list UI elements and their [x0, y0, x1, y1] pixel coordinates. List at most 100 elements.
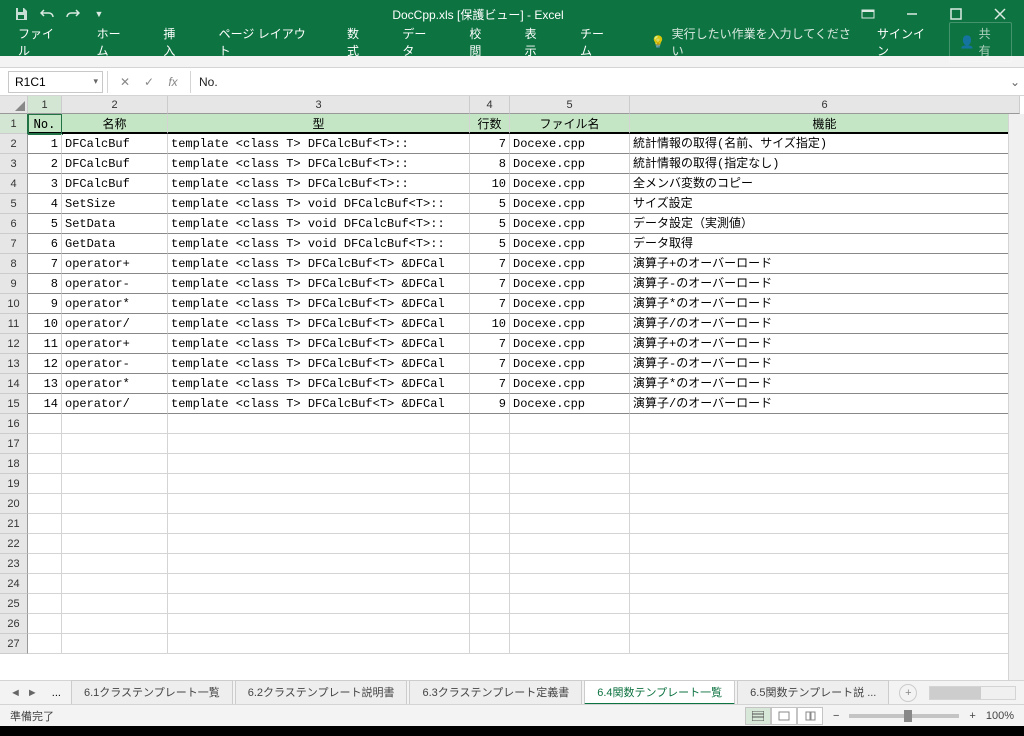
cell[interactable]: [510, 614, 630, 634]
cell[interactable]: 7: [28, 254, 62, 274]
vertical-scrollbar[interactable]: [1008, 114, 1024, 680]
cell[interactable]: 2: [28, 154, 62, 174]
zoom-slider[interactable]: [849, 714, 959, 718]
cell[interactable]: operator/: [62, 314, 168, 334]
cell[interactable]: [62, 494, 168, 514]
zoom-level[interactable]: 100%: [986, 710, 1014, 722]
cell[interactable]: [510, 554, 630, 574]
cell[interactable]: SetData: [62, 214, 168, 234]
cell[interactable]: [168, 594, 470, 614]
cell[interactable]: [168, 434, 470, 454]
cell[interactable]: 演算子-のオーバーロード: [630, 274, 1020, 294]
cell[interactable]: [630, 414, 1020, 434]
cell[interactable]: [62, 574, 168, 594]
row-header[interactable]: 14: [0, 374, 28, 394]
cell[interactable]: [168, 574, 470, 594]
cell[interactable]: 7: [470, 374, 510, 394]
column-header[interactable]: 3: [168, 96, 470, 114]
cell[interactable]: [630, 634, 1020, 654]
cell[interactable]: [510, 534, 630, 554]
cell[interactable]: template <class T> void DFCalcBuf<T>::: [168, 214, 470, 234]
cell[interactable]: template <class T> DFCalcBuf<T> &DFCal: [168, 334, 470, 354]
row-header[interactable]: 26: [0, 614, 28, 634]
cell[interactable]: [28, 614, 62, 634]
cell[interactable]: [470, 554, 510, 574]
cell[interactable]: [510, 634, 630, 654]
row-header[interactable]: 12: [0, 334, 28, 354]
cell[interactable]: [510, 454, 630, 474]
row-header[interactable]: 19: [0, 474, 28, 494]
cell[interactable]: 11: [28, 334, 62, 354]
cell[interactable]: [28, 494, 62, 514]
cell[interactable]: DFCalcBuf: [62, 134, 168, 154]
row-header[interactable]: 10: [0, 294, 28, 314]
cell[interactable]: [28, 554, 62, 574]
cell[interactable]: DFCalcBuf: [62, 174, 168, 194]
row-header[interactable]: 2: [0, 134, 28, 154]
row-header[interactable]: 5: [0, 194, 28, 214]
sheet-nav-next-icon[interactable]: ►: [25, 687, 40, 699]
cell[interactable]: template <class T> DFCalcBuf<T> &DFCal: [168, 254, 470, 274]
cell[interactable]: 演算子+のオーバーロード: [630, 334, 1020, 354]
cell[interactable]: 名称: [62, 114, 168, 134]
column-header[interactable]: 5: [510, 96, 630, 114]
row-header[interactable]: 18: [0, 454, 28, 474]
cell[interactable]: [28, 574, 62, 594]
cell[interactable]: [28, 634, 62, 654]
undo-icon[interactable]: [38, 5, 56, 23]
cell[interactable]: [510, 514, 630, 534]
cell[interactable]: 統計情報の取得(指定なし): [630, 154, 1020, 174]
cell[interactable]: 12: [28, 354, 62, 374]
cell[interactable]: 7: [470, 354, 510, 374]
cell[interactable]: サイズ設定: [630, 194, 1020, 214]
cell[interactable]: Docexe.cpp: [510, 154, 630, 174]
cell[interactable]: template <class T> void DFCalcBuf<T>::: [168, 194, 470, 214]
cell[interactable]: 6: [28, 234, 62, 254]
cell[interactable]: 10: [470, 314, 510, 334]
cell[interactable]: [62, 454, 168, 474]
sheet-tab[interactable]: 6.2クラステンプレート説明書: [235, 680, 408, 705]
cell[interactable]: 演算子*のオーバーロード: [630, 294, 1020, 314]
cell[interactable]: [168, 414, 470, 434]
cell[interactable]: template <class T> DFCalcBuf<T> &DFCal: [168, 294, 470, 314]
cell[interactable]: Docexe.cpp: [510, 254, 630, 274]
cell[interactable]: [168, 514, 470, 534]
cell[interactable]: 5: [470, 234, 510, 254]
cell[interactable]: [62, 594, 168, 614]
redo-icon[interactable]: [64, 5, 82, 23]
fx-icon[interactable]: fx: [162, 71, 184, 93]
cell[interactable]: [168, 534, 470, 554]
cell[interactable]: 統計情報の取得(名前、サイズ指定): [630, 134, 1020, 154]
cell[interactable]: [470, 434, 510, 454]
cell[interactable]: [62, 414, 168, 434]
cell[interactable]: [630, 554, 1020, 574]
row-header[interactable]: 11: [0, 314, 28, 334]
cell[interactable]: Docexe.cpp: [510, 294, 630, 314]
zoom-out-icon[interactable]: −: [833, 710, 839, 722]
cell[interactable]: [630, 594, 1020, 614]
column-header[interactable]: 4: [470, 96, 510, 114]
cell[interactable]: データ取得: [630, 234, 1020, 254]
cell[interactable]: template <class T> DFCalcBuf<T> &DFCal: [168, 354, 470, 374]
cell[interactable]: operator*: [62, 374, 168, 394]
cell[interactable]: [28, 514, 62, 534]
cell[interactable]: [470, 614, 510, 634]
cell[interactable]: [630, 434, 1020, 454]
cell[interactable]: operator+: [62, 254, 168, 274]
cell[interactable]: Docexe.cpp: [510, 354, 630, 374]
cell[interactable]: Docexe.cpp: [510, 134, 630, 154]
cell[interactable]: ファイル名: [510, 114, 630, 134]
cell[interactable]: [470, 594, 510, 614]
cell[interactable]: 5: [470, 194, 510, 214]
spreadsheet-grid[interactable]: 123456 1No.名称型行数ファイル名機能21DFCalcBuftempla…: [0, 96, 1024, 680]
cell[interactable]: Docexe.cpp: [510, 394, 630, 414]
view-page-break-icon[interactable]: [797, 707, 823, 725]
cell[interactable]: [28, 474, 62, 494]
cell[interactable]: 7: [470, 254, 510, 274]
cell[interactable]: [470, 534, 510, 554]
row-header[interactable]: 8: [0, 254, 28, 274]
cell[interactable]: [630, 494, 1020, 514]
cell[interactable]: Docexe.cpp: [510, 194, 630, 214]
cell[interactable]: 行数: [470, 114, 510, 134]
cell[interactable]: データ設定（実測値）: [630, 214, 1020, 234]
